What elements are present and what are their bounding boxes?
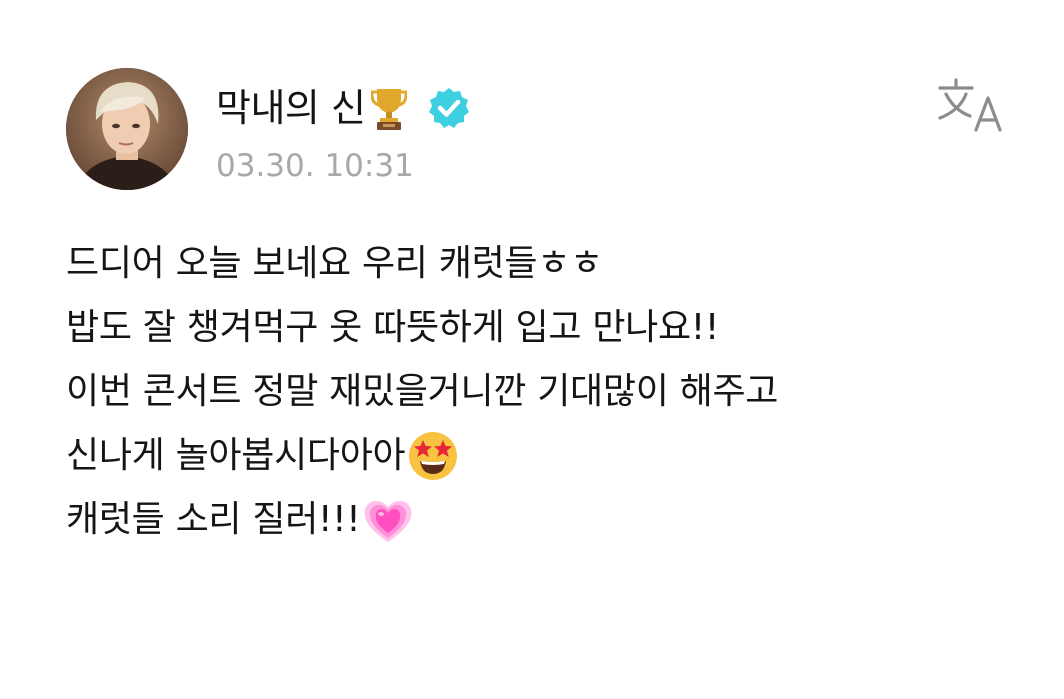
- post-body-text: 신나게 놀아봅시다아아: [66, 435, 406, 476]
- growing-heart-emoji-icon: [362, 494, 414, 546]
- author-name-row: 막내의 신: [216, 78, 471, 138]
- post-body-line: 이번 콘서트 정말 재밌을거니깐 기대많이 해주고: [66, 360, 1024, 424]
- post-body: 드디어 오늘 보네요 우리 캐럿들ㅎㅎ 밥도 잘 챙겨먹구 옷 따뜻하게 입고 …: [66, 232, 1024, 552]
- post-body-text: 캐럿들 소리 질러!!!: [66, 499, 361, 540]
- trophy-icon: [370, 85, 409, 131]
- post-body-line: 신나게 놀아봅시다아아: [66, 424, 1024, 488]
- star-struck-emoji-icon: [407, 430, 459, 482]
- translate-button[interactable]: [934, 74, 1010, 138]
- avatar-image: [66, 68, 188, 190]
- translate-icon: [938, 78, 1002, 132]
- post-body-line: 캐럿들 소리 질러!!!: [66, 488, 1024, 552]
- post-timestamp: 03.30. 10:31: [216, 148, 414, 184]
- verified-badge-icon: [427, 86, 471, 130]
- post-body-line: 밥도 잘 챙겨먹구 옷 따뜻하게 입고 만나요!!: [66, 296, 1024, 360]
- post-body-text: 밥도 잘 챙겨먹구 옷 따뜻하게 입고 만나요!!: [66, 307, 720, 348]
- post-body-line: 드디어 오늘 보네요 우리 캐럿들ㅎㅎ: [66, 232, 1024, 296]
- post-header: 막내의 신 03.30. 10:31: [66, 68, 1024, 192]
- avatar[interactable]: [66, 68, 188, 190]
- post-body-text: 이번 콘서트 정말 재밌을거니깐 기대많이 해주고: [66, 371, 779, 412]
- author-name[interactable]: 막내의 신: [216, 83, 366, 133]
- post-body-text: 드디어 오늘 보네요 우리 캐럿들ㅎㅎ: [66, 243, 603, 284]
